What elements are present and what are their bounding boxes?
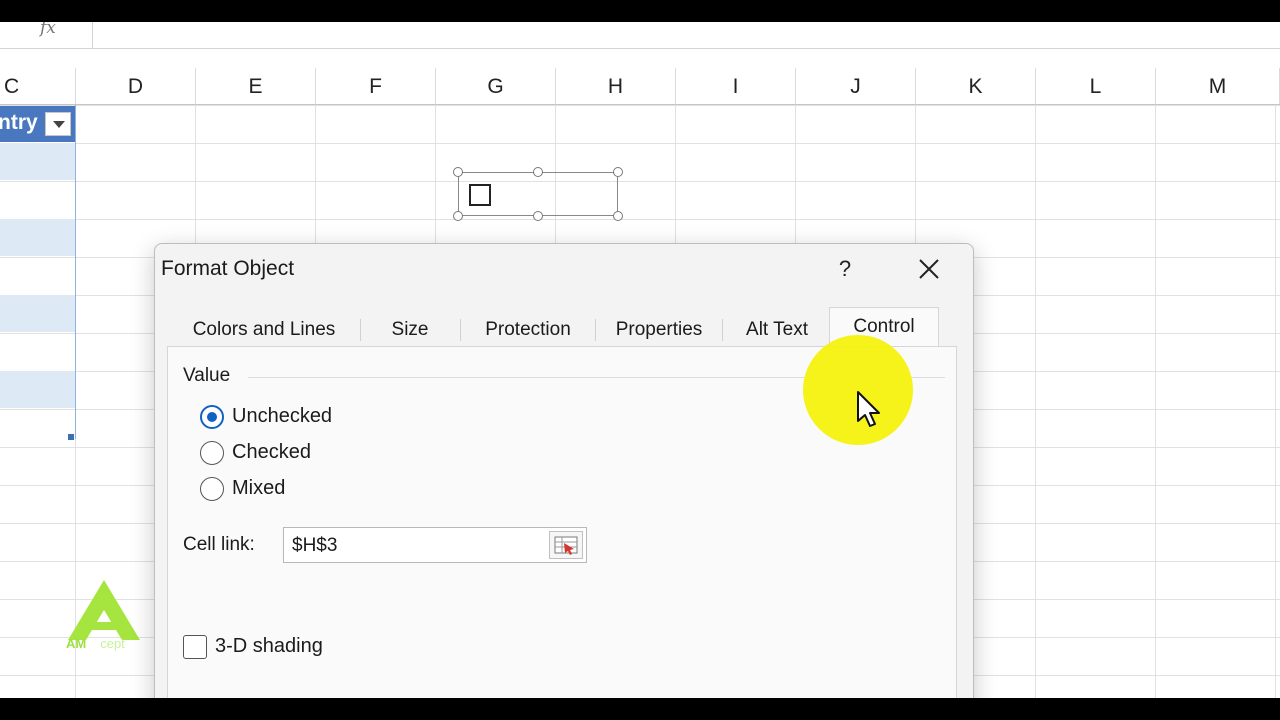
- cell-link-value: $H$3: [292, 535, 338, 556]
- form-checkbox-icon: [469, 184, 491, 206]
- dialog-title: Format Object: [161, 257, 295, 280]
- fx-label: fx: [40, 22, 56, 38]
- filter-dropdown-button[interactable]: [45, 112, 71, 136]
- selection-handle[interactable]: [453, 167, 463, 177]
- column-header-k[interactable]: K: [916, 68, 1036, 104]
- tab-colors-and-lines[interactable]: Colors and Lines: [169, 313, 359, 347]
- format-object-dialog: Format Object ? Colors and Lines Size Pr…: [154, 243, 974, 698]
- selection-handle[interactable]: [613, 211, 623, 221]
- help-button[interactable]: ?: [823, 250, 867, 288]
- range-picker-button[interactable]: [549, 531, 583, 559]
- radio-empty-icon: [200, 477, 224, 501]
- tab-protection[interactable]: Protection: [461, 313, 595, 347]
- tab-properties[interactable]: Properties: [596, 313, 722, 347]
- formula-bar-divider: [92, 22, 93, 48]
- selection-handle[interactable]: [533, 167, 543, 177]
- radio-label: Checked: [232, 441, 311, 463]
- tab-alt-text[interactable]: Alt Text: [723, 313, 831, 347]
- watermark-brand: AM: [66, 636, 87, 651]
- tab-size[interactable]: Size: [361, 313, 459, 347]
- radio-selected-icon: [200, 405, 224, 429]
- table-resize-handle[interactable]: [68, 434, 74, 440]
- column-header-j[interactable]: J: [796, 68, 916, 104]
- watermark-suffix: cept: [100, 636, 125, 651]
- value-group-label: Value: [183, 365, 231, 386]
- formula-bar: fx: [0, 22, 1280, 49]
- table-border: [0, 105, 76, 439]
- column-headers: C D E F G H I J K L M: [0, 68, 1280, 105]
- column-header-c[interactable]: C: [0, 68, 76, 104]
- column-header-e[interactable]: E: [196, 68, 316, 104]
- selection-handle[interactable]: [453, 211, 463, 221]
- table-header-cell[interactable]: ntry: [0, 106, 75, 142]
- close-icon: [919, 259, 939, 279]
- 3d-shading-label: 3-D shading: [215, 635, 323, 657]
- table-header-label: ntry: [0, 111, 38, 134]
- watermark-text: AM cept: [66, 636, 125, 651]
- range-select-icon: [554, 536, 578, 555]
- close-button[interactable]: [907, 250, 951, 288]
- column-header-l[interactable]: L: [1036, 68, 1156, 104]
- column-header-i[interactable]: I: [676, 68, 796, 104]
- radio-empty-icon: [200, 441, 224, 465]
- mouse-cursor-icon: [857, 391, 880, 427]
- checkbox-icon: [183, 635, 207, 659]
- cell-link-field[interactable]: $H$3: [283, 527, 587, 563]
- selection-handle[interactable]: [533, 211, 543, 221]
- column-header-m[interactable]: M: [1156, 68, 1280, 104]
- excel-window: fx C D E F G H I J K L M ntry AM cept Fo…: [0, 22, 1280, 698]
- column-header-g[interactable]: G: [436, 68, 556, 104]
- selection-handle[interactable]: [613, 167, 623, 177]
- column-header-f[interactable]: F: [316, 68, 436, 104]
- column-header-d[interactable]: D: [76, 68, 196, 104]
- column-header-h[interactable]: H: [556, 68, 676, 104]
- radio-label: Mixed: [232, 477, 286, 499]
- radio-label: Unchecked: [232, 405, 333, 427]
- checkbox-form-control[interactable]: [458, 172, 618, 216]
- cell-link-label: Cell link:: [183, 534, 255, 555]
